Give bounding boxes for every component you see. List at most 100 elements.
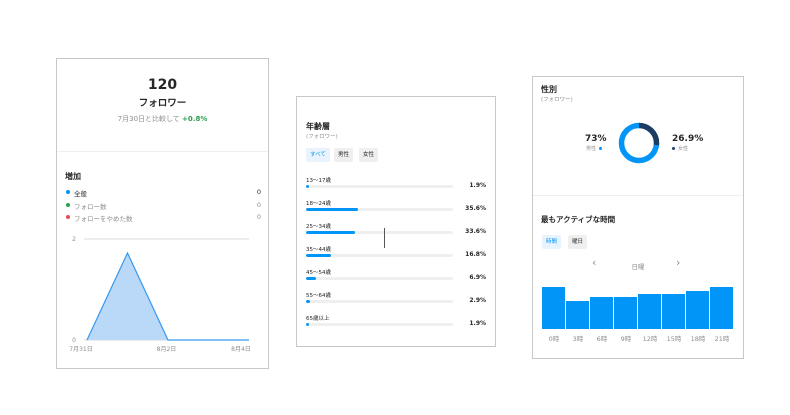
male-pct: 73%	[585, 134, 607, 144]
growth-row-overall: 全般 0	[65, 187, 261, 198]
x-tick-label: 8月2日	[157, 346, 177, 353]
growth-title: 増加	[65, 172, 81, 181]
gender-title: 性別	[541, 85, 557, 94]
age-bar-fill	[306, 254, 331, 257]
compare-pct: +0.8%	[182, 115, 208, 123]
age-bar-track	[306, 208, 453, 211]
text-cursor	[384, 228, 385, 248]
age-row: 55〜64歳 2.9%	[306, 291, 486, 311]
age-pct: 1.9%	[469, 182, 486, 189]
age-bar-track	[306, 277, 453, 280]
hour-label: 12時	[643, 335, 658, 343]
age-pct: 35.6%	[465, 205, 486, 212]
growth-row-follows: フォロー数 0	[65, 200, 261, 211]
gender-card: 性別 (フォロワー) 73% 男性 26.9% 女性 最もアクティブな時間 時間…	[532, 76, 744, 359]
growth-area	[87, 253, 249, 340]
age-bar-fill	[306, 277, 317, 280]
female-dot	[672, 147, 675, 150]
y-tick-label: 0	[72, 337, 76, 344]
tab-male[interactable]: 男性	[334, 148, 354, 162]
hour-label: 9時	[621, 335, 632, 343]
tab-days[interactable]: 曜日	[568, 235, 588, 249]
age-card: 年齢層 (フォロワー) すべて 男性 女性 13〜17歳 1.9% 18〜24歳…	[296, 96, 496, 347]
day-label: 日曜	[631, 263, 645, 271]
gender-subtitle: (フォロワー)	[541, 97, 573, 103]
hour-label: 6時	[597, 335, 608, 343]
male-label: 男性	[586, 146, 597, 152]
age-label: 13〜17歳	[306, 178, 331, 184]
tab-female[interactable]: 女性	[359, 148, 379, 162]
age-row: 18〜24歳 35.6%	[306, 199, 486, 219]
growth-row-label: フォロー数	[74, 203, 107, 211]
gender-donut	[618, 122, 660, 164]
active-times-chart: 0時 3時 6時 9時 12時 15時 18時 21時	[542, 287, 733, 343]
age-bar-track	[306, 185, 453, 188]
x-tick-label: 8月4日	[231, 346, 251, 353]
age-subtitle: (フォロワー)	[306, 134, 338, 140]
age-label: 55〜64歳	[306, 293, 331, 299]
hour-label: 21時	[715, 335, 730, 343]
female-pct: 26.9%	[672, 134, 704, 144]
age-row: 13〜17歳 1.9%	[306, 176, 486, 196]
age-row: 35〜44歳 16.8%	[306, 245, 486, 265]
hour-label: 3時	[573, 335, 584, 343]
male-dot	[599, 147, 603, 150]
age-bar-track	[306, 231, 453, 234]
growth-row-value: 0	[256, 201, 261, 209]
age-label: 25〜34歳	[306, 224, 331, 230]
time-bar	[566, 301, 589, 329]
follower-count: 120	[147, 77, 178, 93]
age-row: 65歳以上 1.9%	[306, 314, 486, 334]
age-pct: 16.8%	[465, 251, 486, 258]
hour-label: 0時	[549, 335, 560, 343]
time-bar	[710, 287, 733, 329]
growth-row-label: 全般	[74, 190, 87, 198]
tab-all[interactable]: すべて	[306, 148, 330, 162]
legend-dot	[66, 215, 70, 219]
age-pct: 1.9%	[469, 320, 486, 327]
age-pct: 6.9%	[469, 274, 486, 281]
female-label: 女性	[678, 146, 689, 152]
legend-dot	[66, 203, 70, 207]
chevron-right-icon[interactable]: ›	[676, 257, 680, 269]
female-legend: 女性	[672, 145, 688, 152]
time-bar	[542, 287, 565, 329]
active-times-title: 最もアクティブな時間	[541, 215, 616, 224]
growth-row-value: 0	[256, 213, 261, 221]
followers-card: 120 フォロワー 7月30日と比較して +0.8% 増加 全般 0 フォロー数…	[56, 58, 269, 369]
legend-dot	[66, 190, 70, 194]
follower-compare: 7月30日と比較して +0.8%	[57, 114, 268, 124]
time-bar	[590, 297, 613, 329]
divider	[533, 195, 743, 196]
compare-text: 7月30日と比較して	[117, 115, 180, 123]
hour-label: 18時	[691, 335, 706, 343]
age-label: 35〜44歳	[306, 247, 331, 253]
time-bar	[638, 294, 661, 329]
growth-row-label: フォローをやめた数	[74, 215, 133, 223]
age-bar-fill	[306, 300, 311, 303]
age-bar-fill	[306, 231, 356, 234]
male-legend: 男性	[586, 145, 603, 152]
growth-row-value: 0	[256, 188, 261, 196]
time-bar	[686, 291, 709, 329]
age-bar-track	[306, 300, 453, 303]
time-bar	[662, 294, 685, 329]
time-bar	[614, 297, 637, 329]
age-bar-fill	[306, 208, 359, 211]
age-pct: 33.6%	[465, 228, 486, 235]
growth-chart: 2 0 7月31日 8月2日 8月4日	[69, 236, 251, 353]
age-label: 18〜24歳	[306, 201, 331, 207]
age-row: 45〜54歳 6.9%	[306, 268, 486, 288]
age-pct: 2.9%	[469, 297, 486, 304]
y-tick-label: 2	[72, 236, 76, 243]
age-bar-track	[306, 323, 453, 326]
age-label: 45〜54歳	[306, 270, 331, 276]
growth-row-unfollows: フォローをやめた数 0	[65, 212, 261, 223]
tab-hours[interactable]: 時間	[542, 235, 562, 249]
x-tick-label: 7月31日	[69, 346, 92, 353]
hour-label: 15時	[667, 335, 682, 343]
follower-label: フォロワー	[138, 98, 187, 109]
age-row: 25〜34歳 33.6%	[306, 222, 486, 242]
age-label: 65歳以上	[306, 316, 330, 322]
age-bar-fill	[306, 323, 309, 326]
